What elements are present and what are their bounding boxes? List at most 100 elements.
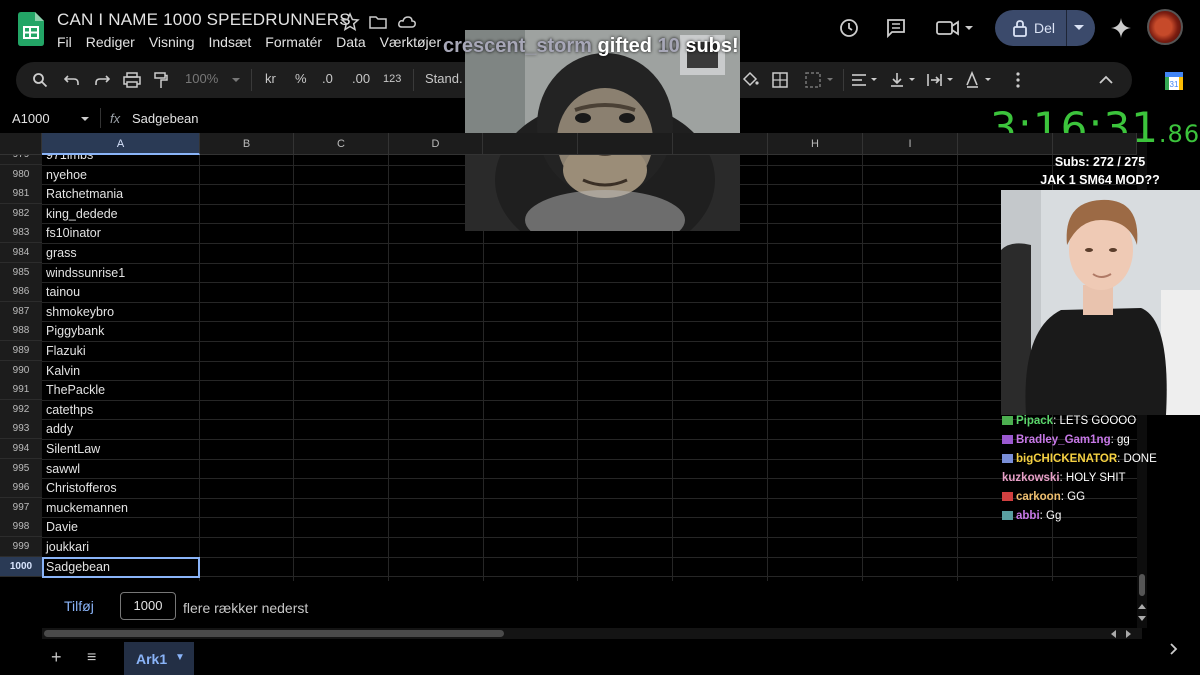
chat-username[interactable]: bigCHICKENATOR [1016,453,1117,465]
paint-format-icon[interactable] [154,72,168,89]
meet-video-icon[interactable] [935,17,975,39]
cell-a[interactable]: grass [42,243,199,263]
formula-input[interactable]: Sadgebean [132,111,199,126]
document-title[interactable]: CAN I NAME 1000 SPEEDRUNNERS [57,10,351,30]
chat-username[interactable]: carkoon [1016,491,1061,503]
chat-username[interactable]: kuzkowski [1002,472,1060,484]
row-number[interactable]: 987 [0,301,42,322]
zoom-select[interactable]: 100% [185,71,218,86]
font-select[interactable]: Stand. [425,71,463,86]
row-number[interactable]: 980 [0,164,42,185]
menu-tools[interactable]: Værktøjer [380,34,441,50]
undo-icon[interactable] [64,73,80,87]
row-number[interactable]: 991 [0,380,42,401]
cell-a[interactable]: Ratchetmania [42,184,199,204]
cell-a[interactable]: addy [42,419,199,439]
cell-a[interactable]: windssunrise1 [42,263,199,283]
row-number[interactable]: 981 [0,184,42,205]
cell-a[interactable]: catethps [42,400,199,420]
vertical-align-icon[interactable] [889,72,917,88]
horizontal-scroll-thumb[interactable] [44,630,504,637]
scroll-left-icon[interactable] [1110,630,1116,638]
add-sheet-icon[interactable]: + [51,647,62,668]
scroll-right-icon[interactable] [1126,630,1132,638]
row-number[interactable]: 985 [0,262,42,283]
cell-a[interactable]: Christofferos [42,478,199,498]
column-header-h[interactable]: H [768,133,863,155]
cell-a[interactable]: joukkari [42,537,199,557]
column-header-c[interactable]: C [294,133,389,155]
comments-icon[interactable] [885,17,907,39]
column-header-d[interactable]: D [389,133,483,155]
column-header-f[interactable] [578,133,673,155]
more-formats-button[interactable]: 123 [383,73,401,85]
vertical-scroll-thumb[interactable] [1139,574,1145,596]
scroll-down-icon[interactable] [1138,616,1146,622]
horizontal-align-icon[interactable] [851,73,879,87]
cell-a[interactable]: nyehoe [42,165,199,185]
row-number[interactable]: 994 [0,439,42,459]
row-number[interactable]: 990 [0,360,42,381]
menu-data[interactable]: Data [336,34,366,50]
zoom-dropdown-icon[interactable] [231,77,241,83]
cell-a[interactable]: Davie [42,517,199,537]
text-wrapping-icon[interactable] [926,72,956,88]
row-number[interactable]: 988 [0,321,42,342]
share-dropdown-icon[interactable] [1073,24,1085,32]
move-folder-icon[interactable] [368,12,388,32]
column-header-a[interactable]: A [42,133,200,155]
column-header-k[interactable] [1053,133,1137,155]
menu-format[interactable]: Formatér [265,34,322,50]
row-number[interactable]: 998 [0,517,42,538]
row-number[interactable]: 983 [0,223,42,244]
cell-a[interactable]: sawwl [42,459,199,479]
version-history-icon[interactable] [838,17,860,39]
row-number[interactable]: 995 [0,458,42,479]
cell-a[interactable]: shmokeybro [42,302,199,322]
name-box[interactable]: A1000 [12,111,50,126]
column-header-g[interactable] [673,133,768,155]
cell-a[interactable]: muckemannen [42,498,199,518]
cell-a[interactable]: king_dedede [42,204,199,224]
chat-username[interactable]: Bradley_Gam1ng [1016,434,1111,446]
decrease-decimal-button[interactable]: .0 [322,71,333,86]
merge-cells-icon[interactable] [805,72,835,88]
row-number[interactable]: 986 [0,282,42,303]
add-rows-count-input[interactable]: 1000 [120,592,176,620]
cell-a[interactable]: Kalvin [42,361,199,381]
menu-edit[interactable]: Rediger [86,34,135,50]
sheet-tab-dropdown-icon[interactable]: ▼ [175,652,185,663]
column-header-i[interactable]: I [863,133,958,155]
scroll-up-icon[interactable] [1138,603,1146,609]
row-number[interactable]: 984 [0,243,42,263]
select-all-corner[interactable] [0,133,42,155]
currency-format-button[interactable]: kr [265,71,276,86]
calendar-icon[interactable]: 31 [1164,71,1184,91]
cell-a[interactable]: tainou [42,282,199,302]
star-icon[interactable] [340,12,360,32]
print-icon[interactable] [123,72,141,88]
name-box-dropdown-icon[interactable] [80,116,90,122]
increase-decimal-button[interactable]: .00 [352,71,370,86]
menu-insert[interactable]: Indsæt [208,34,251,50]
row-number[interactable]: 989 [0,341,42,361]
cloud-status-icon[interactable] [397,12,417,32]
column-header-b[interactable]: B [200,133,294,155]
chat-username[interactable]: abbi [1016,510,1040,522]
row-number[interactable]: 1000 [0,556,42,577]
row-number[interactable]: 982 [0,203,42,224]
row-number[interactable]: 999 [0,537,42,557]
row-number[interactable]: 993 [0,419,42,440]
text-rotation-icon[interactable] [965,71,995,89]
avatar[interactable] [1147,9,1183,45]
menu-view[interactable]: Visning [149,34,195,50]
cell-a[interactable]: ThePackle [42,380,199,400]
row-number[interactable]: 992 [0,399,42,420]
column-header-j[interactable] [958,133,1053,155]
chat-username[interactable]: Pipack [1016,415,1053,427]
row-number[interactable]: 996 [0,478,42,499]
fill-color-icon[interactable] [741,70,759,88]
search-icon[interactable] [32,72,48,88]
cell-a[interactable]: Flazuki [42,341,199,361]
add-rows-button[interactable]: Tilføj [64,598,94,614]
